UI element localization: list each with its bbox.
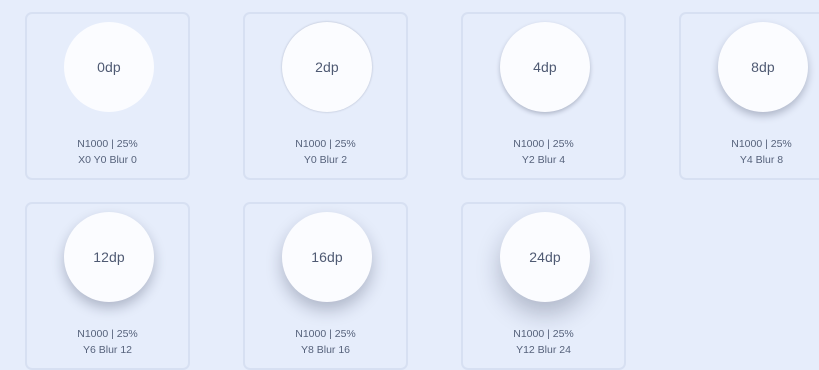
- elevation-label: 2dp: [315, 59, 339, 75]
- elevation-sample-circle: 4dp: [500, 22, 590, 112]
- elevation-label: 0dp: [97, 59, 121, 75]
- elevation-label: 8dp: [751, 59, 775, 75]
- elevation-label: 16dp: [311, 249, 343, 265]
- elevation-sample-circle: 16dp: [282, 212, 372, 302]
- shadow-spec: N1000 | 25% X0 Y0 Blur 0: [27, 136, 188, 168]
- elevation-sample-circle: 8dp: [718, 22, 808, 112]
- shadow-spec: N1000 | 25% Y6 Blur 12: [27, 326, 188, 358]
- shadow-offset-blur: Y4 Blur 8: [739, 154, 784, 166]
- elevation-card-24dp: 24dp N1000 | 25% Y12 Blur 24: [461, 202, 626, 370]
- shadow-color-opacity: N1000 | 25%: [731, 138, 792, 150]
- elevation-card-16dp: 16dp N1000 | 25% Y8 Blur 16: [243, 202, 408, 370]
- elevation-sample-circle: 0dp: [64, 22, 154, 112]
- shadow-offset-blur: Y0 Blur 2: [303, 154, 348, 166]
- shadow-color-opacity: N1000 | 25%: [295, 138, 356, 150]
- shadow-spec: N1000 | 25% Y12 Blur 24: [463, 326, 624, 358]
- elevation-card-4dp: 4dp N1000 | 25% Y2 Blur 4: [461, 12, 626, 180]
- shadow-offset-blur: Y8 Blur 16: [300, 344, 351, 356]
- shadow-color-opacity: N1000 | 25%: [295, 328, 356, 340]
- elevation-card-12dp: 12dp N1000 | 25% Y6 Blur 12: [25, 202, 190, 370]
- elevation-card-8dp: 8dp N1000 | 25% Y4 Blur 8: [679, 12, 819, 180]
- elevation-sample-circle: 12dp: [64, 212, 154, 302]
- elevation-card-2dp: 2dp N1000 | 25% Y0 Blur 2: [243, 12, 408, 180]
- shadow-color-opacity: N1000 | 25%: [513, 138, 574, 150]
- elevation-label: 12dp: [93, 249, 125, 265]
- shadow-color-opacity: N1000 | 25%: [513, 328, 574, 340]
- shadow-color-opacity: N1000 | 25%: [77, 138, 138, 150]
- shadow-color-opacity: N1000 | 25%: [77, 328, 138, 340]
- shadow-spec: N1000 | 25% Y4 Blur 8: [681, 136, 819, 168]
- shadow-spec: N1000 | 25% Y2 Blur 4: [463, 136, 624, 168]
- elevation-card-0dp: 0dp N1000 | 25% X0 Y0 Blur 0: [25, 12, 190, 180]
- elevation-sample-circle: 24dp: [500, 212, 590, 302]
- shadow-offset-blur: Y12 Blur 24: [516, 344, 571, 356]
- shadow-offset-blur: Y2 Blur 4: [521, 154, 566, 166]
- shadow-spec: N1000 | 25% Y8 Blur 16: [245, 326, 406, 358]
- shadow-spec: N1000 | 25% Y0 Blur 2: [245, 136, 406, 168]
- elevation-label: 24dp: [529, 249, 561, 265]
- shadow-offset-blur: Y6 Blur 12: [82, 344, 133, 356]
- shadow-offset-blur: X0 Y0 Blur 0: [78, 154, 137, 166]
- elevation-sample-circle: 2dp: [282, 22, 372, 112]
- elevation-label: 4dp: [533, 59, 557, 75]
